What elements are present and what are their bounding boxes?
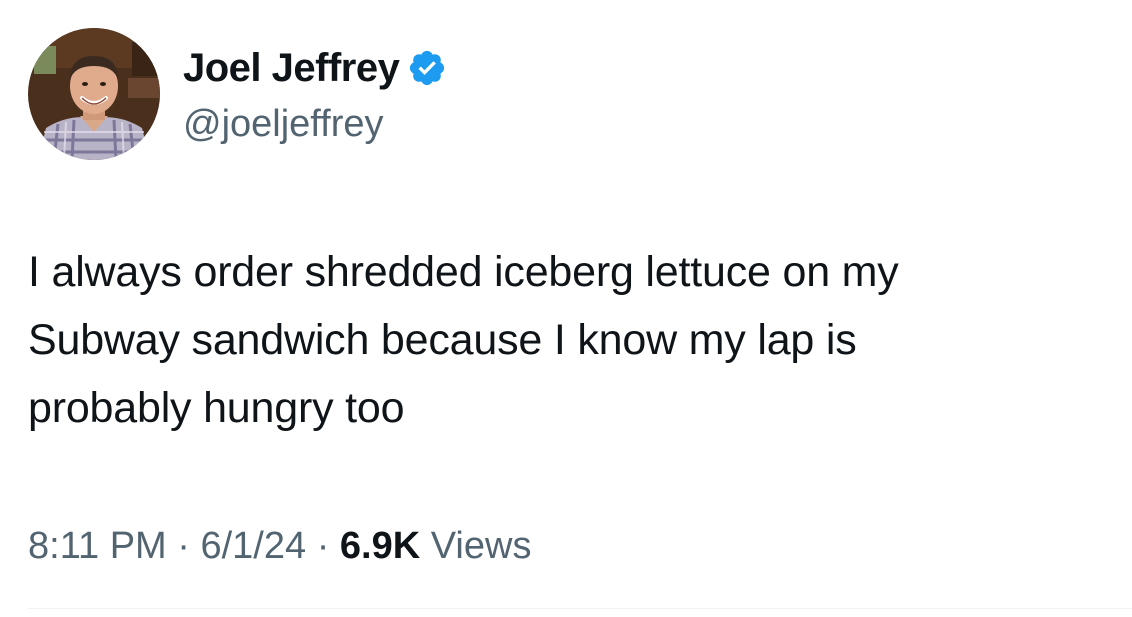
views-count[interactable]: 6.9K [340,525,420,567]
divider [28,608,1132,609]
tweet-text-line: Subway sandwich because I know my lap is [28,316,857,364]
views-label[interactable]: Views [431,525,532,567]
author-display-name[interactable]: Joel Jeffrey [183,42,400,94]
tweet-text-line: I always order shredded iceberg lettuce … [28,248,899,296]
tweet-date[interactable]: 6/1/24 [200,525,306,567]
tweet-time[interactable]: 8:11 PM [28,525,167,567]
author-name-row[interactable]: Joel Jeffrey [183,42,447,94]
tweet-text: I always order shredded iceberg lettuce … [28,238,1108,442]
avatar-image [28,28,160,160]
tweet-text-line: probably hungry too [28,384,405,432]
meta-separator: · [177,525,190,567]
tweet-card: Joel Jeffrey @joeljeffrey I always order… [0,0,1132,617]
author-handle[interactable]: @joeljeffrey [183,100,384,148]
verified-badge-icon[interactable] [407,48,447,88]
tweet-meta: 8:11 PM · 6/1/24 · 6.9K Views [28,520,531,572]
meta-separator: · [316,525,330,567]
avatar[interactable] [28,28,160,160]
